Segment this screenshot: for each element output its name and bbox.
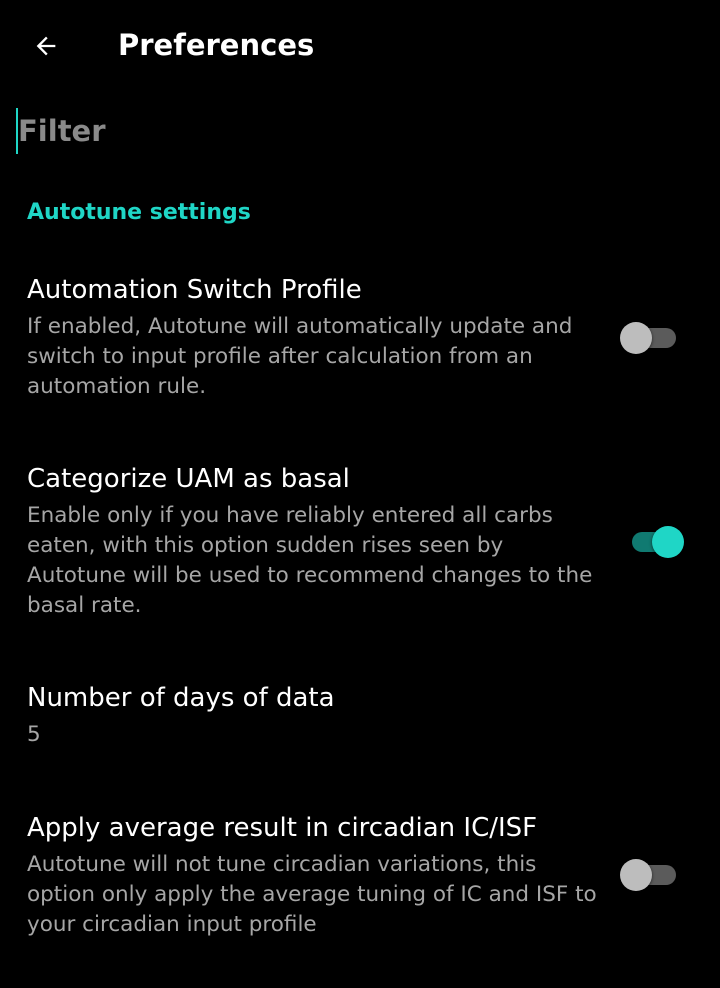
switch-thumb — [620, 322, 652, 354]
category-header-autotune: Autotune settings — [27, 200, 251, 225]
app-bar: Preferences — [0, 0, 720, 90]
pref-title: Automation Switch Profile — [27, 275, 362, 305]
pref-summary: Autotune will not tune circadian variati… — [27, 852, 597, 937]
automation-switch-profile-toggle[interactable] — [620, 318, 680, 358]
pref-title: Categorize UAM as basal — [27, 464, 350, 494]
switch-thumb — [652, 526, 684, 558]
pref-summary: If enabled, Autotune will automatically … — [27, 314, 573, 399]
categorize-uam-basal-toggle[interactable] — [626, 522, 686, 562]
arrow-left-icon — [36, 36, 56, 56]
apply-average-circadian-toggle[interactable] — [620, 855, 680, 895]
back-button[interactable] — [22, 22, 70, 70]
pref-apply-average-circadian[interactable]: Apply average result in circadian IC/ISF… — [0, 810, 720, 950]
pref-automation-switch-profile[interactable]: Automation Switch Profile If enabled, Au… — [0, 272, 720, 412]
pref-number-of-days[interactable]: Number of days of data 5 — [0, 680, 720, 760]
page-title: Preferences — [118, 28, 315, 62]
pref-value: 5 — [27, 722, 41, 747]
pref-categorize-uam-basal[interactable]: Categorize UAM as basal Enable only if y… — [0, 461, 720, 631]
switch-thumb — [620, 859, 652, 891]
filter-input[interactable] — [18, 108, 678, 154]
pref-summary: Enable only if you have reliably entered… — [27, 503, 593, 618]
pref-title: Number of days of data — [27, 683, 335, 713]
pref-title: Apply average result in circadian IC/ISF — [27, 813, 538, 843]
filter-field[interactable] — [16, 108, 696, 156]
